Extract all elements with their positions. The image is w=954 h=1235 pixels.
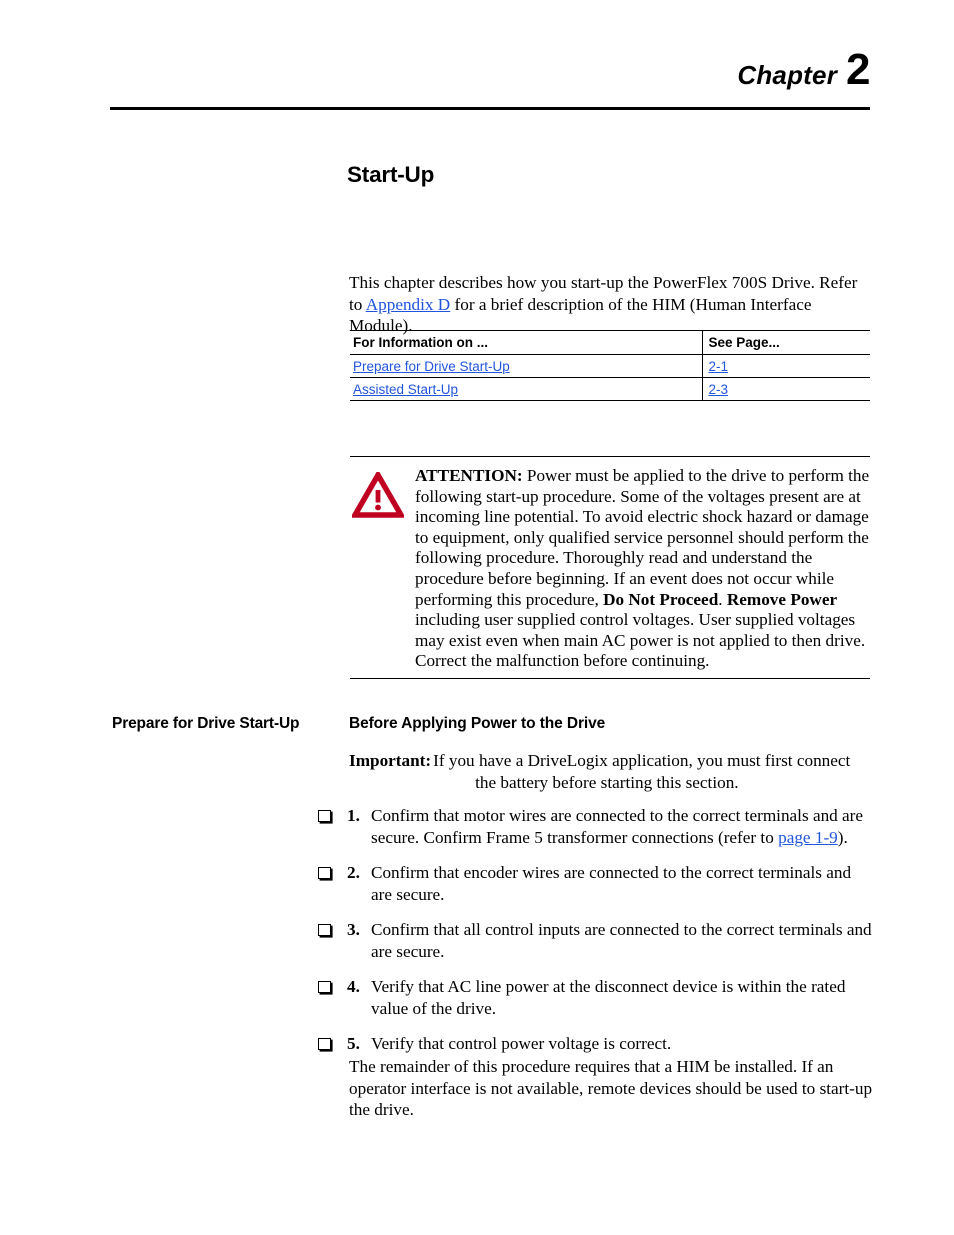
table-row: Prepare for Drive Start-Up 2-1 [350,354,870,378]
closing-paragraph: The remainder of this procedure requires… [349,1057,873,1119]
list-item: 4. Verify that AC line power at the disc… [318,976,874,1019]
list-item-number: 2. [347,863,360,882]
toc-topic-link-1[interactable]: Prepare for Drive Start-Up [353,359,510,374]
margin-section-heading: Prepare for Drive Start-Up [112,715,300,732]
checkbox-icon[interactable] [318,810,331,822]
body-section-heading: Before Applying Power to the Drive [349,715,606,732]
attention-bold-remove-power: Remove Power [726,589,838,609]
list-item: 5. Verify that control power voltage is … [318,1033,874,1055]
chapter-header: Chapter 2 [110,48,870,92]
appendix-d-link[interactable]: Appendix D [366,295,451,314]
checkbox-icon[interactable] [318,867,331,879]
list-item-text-after: ). [837,827,848,847]
column-header-page: See Page... [701,330,870,355]
toc-page-link-2[interactable]: 2-3 [709,382,729,397]
list-item: 1. Confirm that motor wires are connecte… [318,805,874,848]
attention-part2: . [718,589,727,609]
list-item-number: 1. [347,806,360,825]
column-header-topic: For Information on ... [350,330,702,355]
table-cell-page: 2-3 [701,377,870,401]
attention-text: ATTENTION: Power must be applied to the … [406,466,870,672]
toc-page-link-1[interactable]: 2-1 [709,359,729,374]
list-item-number: 4. [347,977,360,996]
important-line-1: If you have a DriveLogix application, yo… [433,751,851,770]
chapter-number: 2 [846,45,870,94]
important-line-2: the battery before starting this section… [475,772,739,792]
page-1-9-link[interactable]: page 1-9 [778,828,838,847]
list-item-text: Verify that AC line power at the disconn… [371,977,846,1018]
list-item-number: 5. [347,1034,360,1053]
page-title: Start-Up [347,162,435,187]
list-item: 3. Confirm that all control inputs are c… [318,919,874,962]
important-note: Important: If you have a DriveLogix appl… [349,750,871,793]
list-item-text: Verify that control power voltage is cor… [371,1034,672,1053]
attention-box: ATTENTION: Power must be applied to the … [350,456,870,679]
toc-topic-link-2[interactable]: Assisted Start-Up [353,382,458,397]
attention-part1: Power must be applied to the drive to pe… [415,466,870,609]
list-item-text: Confirm that all control inputs are conn… [371,920,872,961]
contents-table: For Information on ... See Page... Prepa… [350,330,870,401]
checkbox-icon[interactable] [318,981,331,993]
attention-bold-do-not-proceed: Do Not Proceed [603,589,719,609]
checkbox-icon[interactable] [318,924,331,936]
important-body: If you have a DriveLogix application, yo… [431,750,871,793]
list-item-text: Confirm that encoder wires are connected… [371,863,852,904]
table-row: Assisted Start-Up 2-3 [350,377,870,401]
table-cell-topic: Prepare for Drive Start-Up [350,354,702,378]
list-item: 2. Confirm that encoder wires are connec… [318,862,874,905]
checkbox-icon[interactable] [318,1038,331,1050]
table-header-row: For Information on ... See Page... [350,330,870,355]
header-divider-rule [110,107,870,110]
intro-paragraph: This chapter describes how you start-up … [349,272,871,337]
document-page: Chapter 2 Start-Up This chapter describes… [0,0,954,1235]
checklist: 1. Confirm that motor wires are connecte… [318,805,874,1069]
attention-label: ATTENTION: [415,466,523,485]
chapter-label: Chapter [737,60,838,90]
table-cell-topic: Assisted Start-Up [350,377,702,401]
attention-part3: including user supplied control voltages… [415,610,866,671]
important-label: Important: [349,751,432,770]
table-cell-page: 2-1 [701,354,870,378]
list-item-text: Confirm that motor wires are connected t… [371,805,874,848]
list-item-number: 3. [347,920,360,939]
warning-triangle-icon [350,466,406,523]
